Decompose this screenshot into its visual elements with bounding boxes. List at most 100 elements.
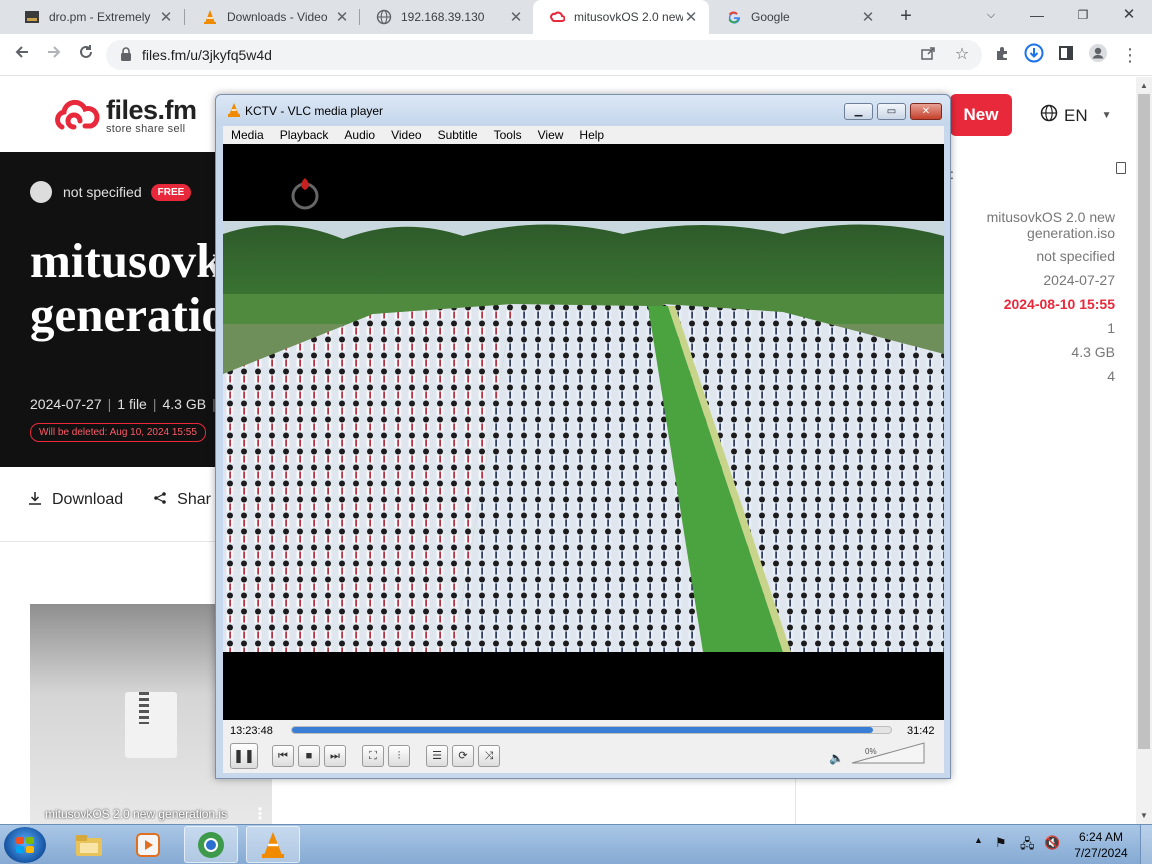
extended-settings-icon[interactable]: ⫶ xyxy=(388,745,410,767)
chrome-taskbar-button[interactable] xyxy=(184,826,238,863)
checkbox-icon[interactable] xyxy=(1116,162,1126,174)
download-icon[interactable] xyxy=(1022,43,1046,67)
language-selector[interactable]: EN ▼ xyxy=(1040,104,1112,127)
tab-google[interactable]: Google ✕ xyxy=(710,0,886,34)
speaker-icon[interactable]: 🔈 xyxy=(829,751,844,765)
start-button[interactable] xyxy=(4,827,46,863)
upload-date: 2024-07-27 xyxy=(30,396,102,412)
vlc-title: KCTV - VLC media player xyxy=(245,104,384,118)
tab-downloads[interactable]: Downloads - Video ✕ xyxy=(186,0,360,34)
tab-search-icon[interactable]: ⌵ xyxy=(968,0,1014,30)
menu-kebab-icon[interactable]: ⋮ xyxy=(1118,43,1142,67)
clock-time: 6:24 AM xyxy=(1078,830,1124,844)
tab-title: dro.pm - Extremely xyxy=(49,10,151,24)
network-icon[interactable]: 🖧 xyxy=(1020,835,1035,857)
volume-muted-icon[interactable]: 🔇 xyxy=(1044,835,1060,851)
lock-icon[interactable] xyxy=(120,47,132,66)
share-label: Shar xyxy=(177,491,211,508)
menu-help[interactable]: Help xyxy=(571,128,612,142)
explorer-taskbar-button[interactable] xyxy=(62,826,116,863)
system-clock[interactable]: 6:24 AM 7/27/2024 xyxy=(1068,829,1134,861)
tab-title: Downloads - Video xyxy=(227,10,328,24)
action-center-flag-icon[interactable]: ⚑ xyxy=(995,835,1007,851)
free-badge: FREE xyxy=(150,183,192,201)
menu-tools[interactable]: Tools xyxy=(486,128,530,142)
owner-row: not specified FREE xyxy=(30,181,192,203)
scroll-thumb[interactable] xyxy=(1138,94,1150,749)
folder-icon xyxy=(76,834,102,856)
tab-title: mitusovkOS 2.0 new xyxy=(574,10,683,24)
vlc-cone-icon xyxy=(202,9,218,25)
tab-ip[interactable]: 192.168.39.130 ✕ xyxy=(360,0,534,34)
total-time: 31:42 xyxy=(907,725,935,737)
file-count: 1 file xyxy=(117,396,147,412)
tab-dropm[interactable]: dro.pm - Extremely ✕ xyxy=(8,0,184,34)
windows-logo-icon xyxy=(16,837,34,853)
download-button[interactable]: Download xyxy=(28,491,123,509)
vlc-maximize-icon[interactable]: ▭ xyxy=(877,103,906,120)
bookmark-star-icon[interactable]: ☆ xyxy=(952,45,972,65)
restore-icon[interactable]: ❐ xyxy=(1060,0,1106,30)
dropm-icon xyxy=(24,9,40,25)
video-frame[interactable] xyxy=(223,144,944,720)
detail-upload-date: 2024-07-27 xyxy=(1043,272,1115,288)
share-button[interactable]: Shar xyxy=(153,491,211,509)
next-icon[interactable]: ⏭ xyxy=(324,745,346,767)
menu-audio[interactable]: Audio xyxy=(336,128,383,142)
shuffle-icon[interactable]: ⤨ xyxy=(478,745,500,767)
profile-avatar-icon[interactable] xyxy=(1086,43,1110,67)
stop-icon[interactable]: ■ xyxy=(298,745,320,767)
menu-subtitle[interactable]: Subtitle xyxy=(430,128,486,142)
playlist-icon[interactable]: ☰ xyxy=(426,745,448,767)
scroll-down-icon[interactable]: ▼ xyxy=(1139,811,1149,820)
loop-icon[interactable]: ⟳ xyxy=(452,745,474,767)
vlc-close-icon[interactable]: ✕ xyxy=(910,103,942,120)
vlc-taskbar-button[interactable] xyxy=(246,826,300,863)
menu-playback[interactable]: Playback xyxy=(272,128,337,142)
close-window-icon[interactable]: ✕ xyxy=(1106,0,1152,30)
media-player-taskbar-button[interactable] xyxy=(121,826,175,863)
more-options-icon[interactable]: ⋮ xyxy=(252,804,268,824)
minimize-icon[interactable]: — xyxy=(1014,0,1060,30)
elapsed-time: 13:23:48 xyxy=(230,725,273,737)
vlc-window[interactable]: KCTV - VLC media player ▁ ▭ ✕ Media Play… xyxy=(215,94,951,779)
seek-bar[interactable] xyxy=(291,726,892,734)
fullscreen-icon[interactable]: ⛶ xyxy=(362,745,384,767)
new-button[interactable]: New xyxy=(950,94,1012,136)
close-tab-icon[interactable]: ✕ xyxy=(508,8,524,26)
close-tab-icon[interactable]: ✕ xyxy=(334,8,350,26)
back-icon[interactable] xyxy=(10,43,34,67)
extensions-icon[interactable] xyxy=(990,43,1014,67)
show-desktop-button[interactable] xyxy=(1140,825,1152,864)
pause-icon[interactable]: ❚❚ xyxy=(230,743,258,769)
new-tab-button[interactable]: + xyxy=(895,5,917,27)
close-tab-icon[interactable]: ✕ xyxy=(860,8,876,26)
menu-view[interactable]: View xyxy=(530,128,572,142)
forward-icon[interactable] xyxy=(42,43,66,67)
share-icon[interactable] xyxy=(918,45,938,65)
reload-icon[interactable] xyxy=(74,43,98,67)
vlc-minimize-icon[interactable]: ▁ xyxy=(844,103,873,120)
scroll-up-icon[interactable]: ▲ xyxy=(1139,81,1149,90)
google-icon xyxy=(726,9,742,25)
previous-icon[interactable]: ⏮ xyxy=(272,745,294,767)
detail-owner: not specified xyxy=(1036,248,1115,264)
filesfm-logo[interactable]: files.fm store share sell xyxy=(52,97,197,135)
clock-date: 7/27/2024 xyxy=(1074,846,1128,860)
menu-media[interactable]: Media xyxy=(223,128,272,142)
page-scrollbar[interactable]: ▲ ▼ xyxy=(1136,77,1152,824)
tab-filesfm[interactable]: mitusovkOS 2.0 new ✕ xyxy=(533,0,709,34)
detail-file-count: 1 xyxy=(1107,320,1115,336)
close-tab-icon[interactable]: ✕ xyxy=(683,8,699,26)
media-player-icon xyxy=(136,832,160,857)
vlc-titlebar[interactable]: KCTV - VLC media player ▁ ▭ ✕ xyxy=(216,95,950,125)
video-scene xyxy=(223,144,944,720)
address-bar[interactable]: files.fm/u/3jkyfq5w4d ☆ xyxy=(106,40,982,70)
thumbnail-filename: mitusovkOS 2.0 new generation.is xyxy=(45,807,228,821)
tray-expand-icon[interactable]: ▲ xyxy=(974,835,983,845)
file-title: mitusovk generatio xyxy=(30,234,226,342)
volume-slider[interactable] xyxy=(850,741,926,765)
close-tab-icon[interactable]: ✕ xyxy=(158,8,174,26)
menu-video[interactable]: Video xyxy=(383,128,429,142)
side-panel-icon[interactable] xyxy=(1054,43,1078,67)
